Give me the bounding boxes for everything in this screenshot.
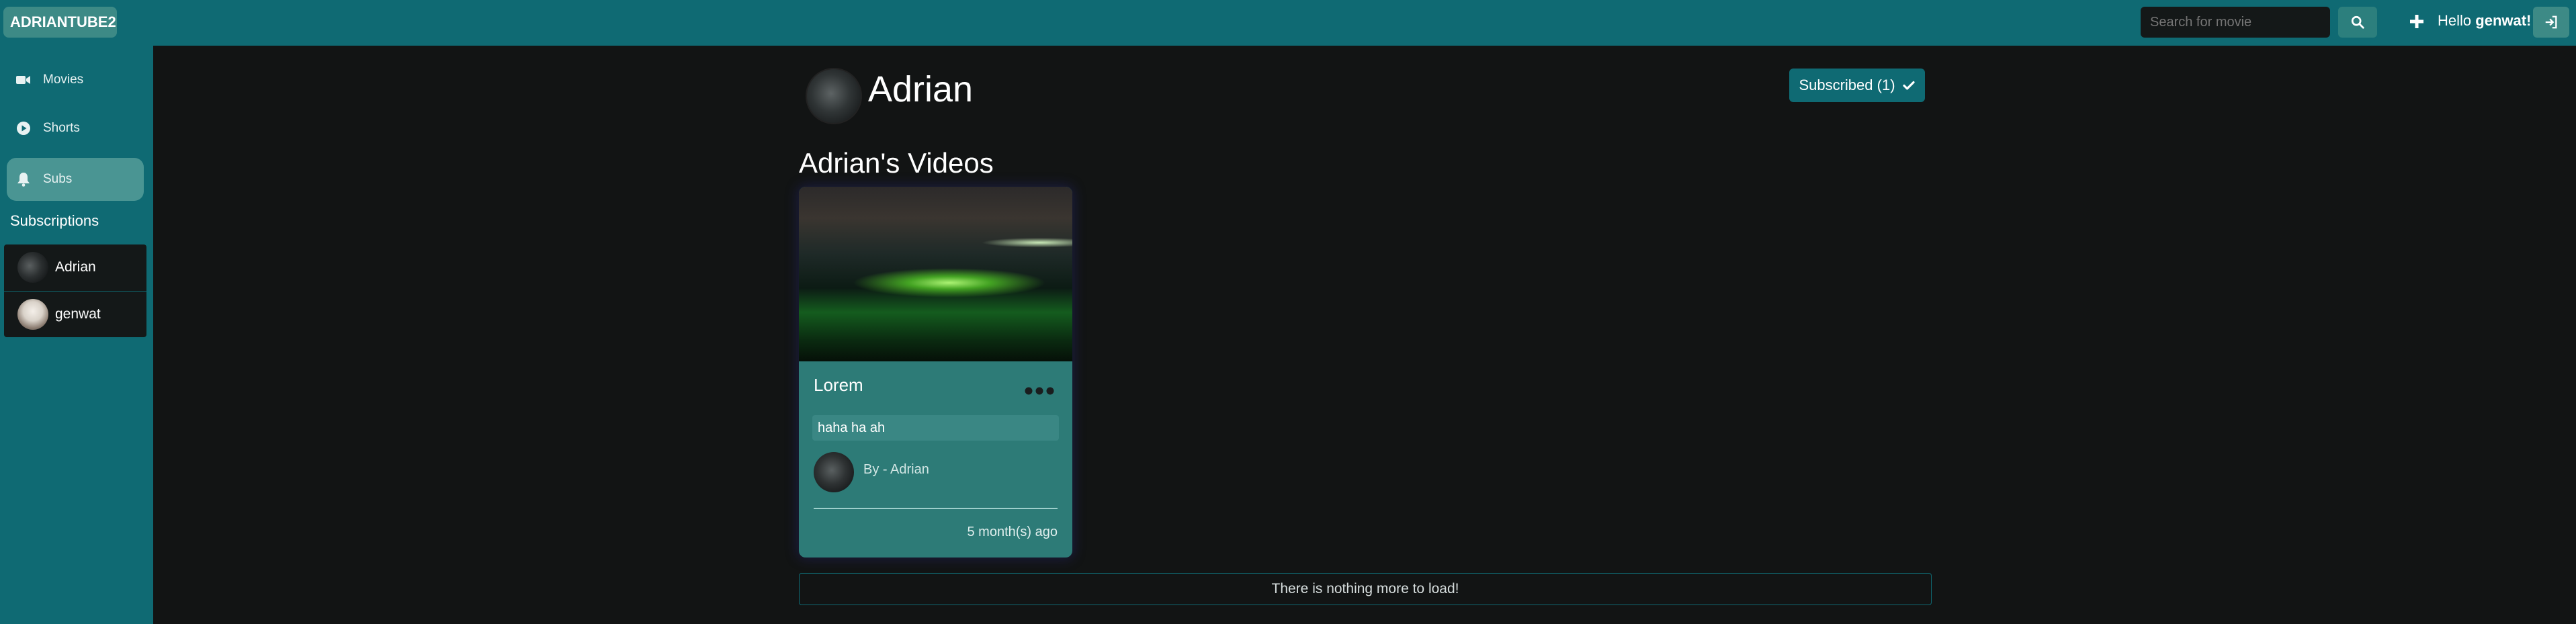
logout-button[interactable]: [2533, 7, 2569, 38]
video-timestamp: 5 month(s) ago: [967, 525, 1058, 539]
channel-avatar: [806, 68, 862, 124]
user-greeting: Hello genwat!: [2438, 12, 2531, 30]
greeting-prefix: Hello: [2438, 12, 2472, 29]
add-video-icon[interactable]: [2409, 13, 2425, 30]
search-icon: [2351, 15, 2364, 29]
sidebar-item-subs[interactable]: Subs: [7, 158, 144, 201]
subscribed-label: Subscribed (1): [1799, 77, 1895, 93]
bell-icon: [15, 171, 32, 188]
subscription-name: Adrian: [55, 259, 96, 275]
check-icon: [1902, 81, 1915, 90]
video-card[interactable]: Lorem haha ha ah By - Adrian 5 month(s) …: [799, 187, 1072, 558]
subscription-name: genwat: [55, 306, 101, 322]
subscriptions-heading: Subscriptions: [10, 212, 99, 229]
video-title: Lorem: [814, 375, 863, 395]
subscriptions-list: Adrian genwat: [4, 244, 146, 337]
avatar: [814, 452, 854, 492]
logout-icon: [2545, 15, 2557, 29]
subscription-item-adrian[interactable]: Adrian: [4, 244, 146, 290]
sidebar-item-label: Movies: [43, 73, 84, 87]
more-options-icon[interactable]: [1025, 387, 1054, 395]
channel-name: Adrian: [868, 69, 974, 109]
subscribed-button[interactable]: Subscribed (1): [1789, 69, 1925, 102]
video-camera-icon: [15, 71, 32, 89]
sidebar-item-shorts[interactable]: Shorts: [7, 107, 144, 150]
search-button[interactable]: [2338, 7, 2377, 38]
sidebar: Movies Shorts Subs Subscriptions Adrian …: [0, 46, 153, 624]
videos-section-title: Adrian's Videos: [799, 147, 994, 179]
sidebar-item-label: Subs: [43, 172, 73, 186]
username: genwat!: [2475, 12, 2532, 29]
video-author[interactable]: By - Adrian: [863, 462, 929, 478]
search-input[interactable]: [2141, 7, 2330, 38]
video-description: haha ha ah: [812, 415, 1059, 441]
sidebar-item-movies[interactable]: Movies: [7, 58, 144, 101]
sidebar-item-label: Shorts: [43, 121, 80, 135]
divider: [814, 508, 1058, 509]
video-thumbnail[interactable]: [799, 187, 1072, 361]
play-circle-icon: [15, 120, 32, 137]
avatar: [17, 252, 48, 283]
end-of-list-message: There is nothing more to load!: [799, 573, 1932, 605]
avatar: [17, 298, 48, 330]
top-navbar: ADRIANTUBE2 Hello genwat!: [0, 0, 2576, 46]
brand-logo[interactable]: ADRIANTUBE2: [3, 7, 117, 38]
subscription-item-genwat[interactable]: genwat: [4, 291, 146, 337]
